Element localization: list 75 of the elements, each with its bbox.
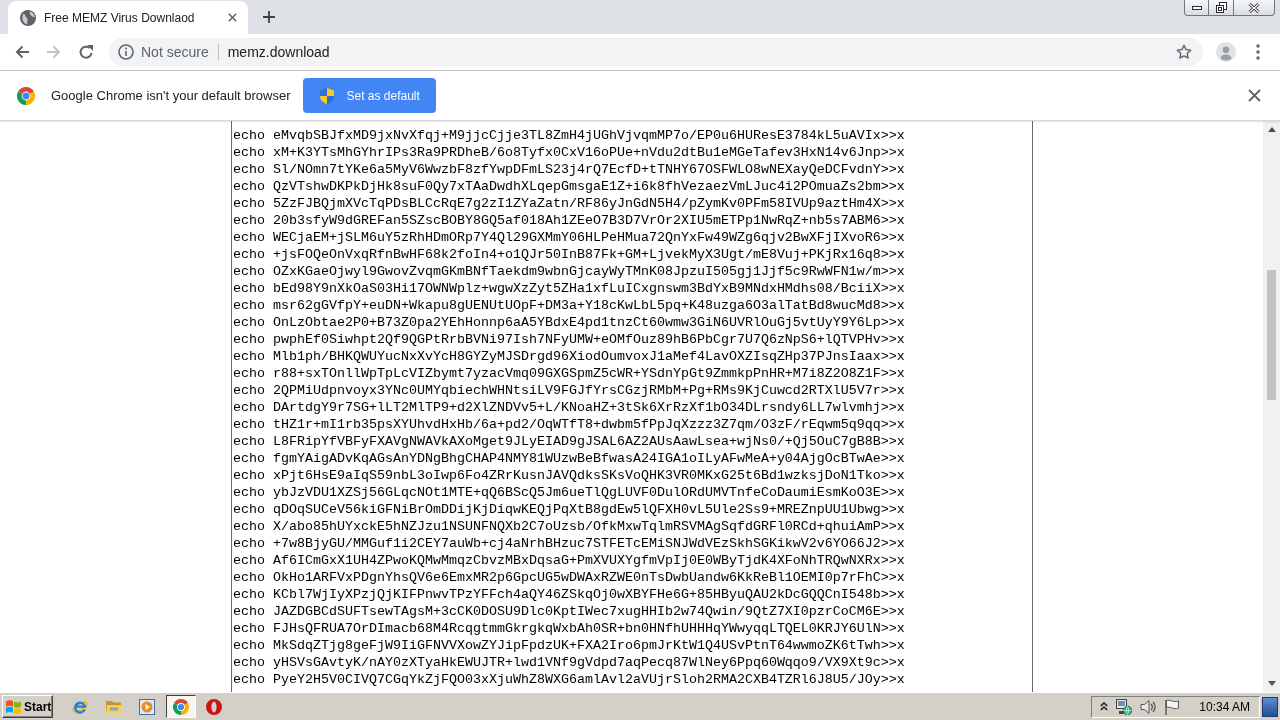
start-logo-icon bbox=[6, 699, 21, 714]
code-line: echo ybJzVDU1XZSj56GLqcNOt1MTE+qQ6BScQ5Jm6ueTlQgLUVF0DulORdUMVTnfeCoDaumiEsmKoO3E>>x bbox=[233, 484, 906, 501]
close-icon bbox=[228, 13, 237, 22]
clock: 10:34 AM bbox=[1199, 699, 1250, 714]
caret-down-icon bbox=[1267, 681, 1276, 686]
code-line: echo qDOqSUCeV56kiGFNiBrOmDDijKjDiqwKEQjPqXtB8gdEw5lQFXH0vL5Ule2Ss9+MREZnpUU1Ubwg>>x bbox=[233, 501, 906, 518]
network-icon[interactable] bbox=[1116, 698, 1133, 715]
plus-icon bbox=[263, 11, 275, 23]
caret-up-icon bbox=[1267, 127, 1276, 132]
code-line: echo WECjaEM+jSLM6uY5zRhHDmORp7Y4Ql29GXMmY06HLPeHMua72QnYxFw49WZg6qjv2BwXFjIXvoR6>>x bbox=[233, 229, 906, 246]
code-line: echo xM+K3YTsMhGYhrIPs3Ra9PRDheB/6o8Tyfx0CxV16oPUe+nVdu2dtBu1eMGeTafev3HxN14v6Jnp>>x bbox=[233, 144, 906, 161]
ring-icon bbox=[206, 698, 222, 715]
menu-icon bbox=[1256, 44, 1260, 60]
globe-icon bbox=[20, 9, 36, 26]
scrollbar-thumb[interactable] bbox=[1267, 270, 1276, 400]
restore-button[interactable] bbox=[1209, 0, 1234, 16]
code-line: echo +7w8BjyGU/MMGuf1i2CEY7auWb+cj4aNrhBHzuc7STFETcEMiSNJWdVEzSkhSGKikwV2v6YO66J2>>x bbox=[233, 535, 906, 552]
code-line: echo JAZDGBCdSUFTsewTAgsM+3cCK0DOSU9Dlc0KptIWec7xugHHIb2w74Qwin/9QtZ7XI0pzrCoCM6E>>x bbox=[233, 603, 906, 620]
code-line: echo QzVTshwDKPkDjHk8suF0Qy7xTAaDwdhXLqepGmsgaE1Z+i6k8fhVezaezVmLJuc4i2POmuaZs2bm>>x bbox=[233, 178, 906, 195]
forward-arrow-icon bbox=[46, 44, 62, 60]
code-line: echo 5ZzFJBQjmXVcTqPDsBLCcRqE7g2zI1ZYaZatn/RF86yJnGdN5H4/pZymKv0PFm58IVUp9aztHm4X>>x bbox=[233, 195, 906, 212]
code-line: echo eMvqbSBJfxMD9jxNvXfqj+M9jjcCjje3TL8ZmH4jUGhVjvqmMP7o/EP0u6HUResE3784kL5uAVIx>>x bbox=[233, 127, 906, 144]
back-arrow-icon bbox=[14, 44, 30, 60]
shield-icon bbox=[319, 87, 336, 104]
address-bar[interactable]: Not secure memz.download bbox=[109, 38, 1203, 66]
url-text: memz.download bbox=[227, 44, 330, 60]
close-tab-button[interactable] bbox=[225, 10, 240, 25]
code-line: echo L8FRipYfVBFyFXAVgNWAVkAXoMget9JLyEIAD9gJSAL6AZ2AUsAawLsea+wjNs0/+Qj5OuC7gB8B>>x bbox=[233, 433, 906, 450]
code-line: echo PyeY2H5V0CIVQ7CGqYkZjFQO03xXjuWhZ8WXG6amlAvl2aVUjrSloh2RMA2CXB4TZRl6J8U5/JOy>>x bbox=[233, 671, 906, 688]
code-line: echo 2QPMiUdpnvoyx3YNc0UMYqbiechWHNtsiLV9FGJfYrsCGzjRMbM+Pg+RMs9KjCuwcd2RTXlU5V7r>>x bbox=[233, 382, 906, 399]
minimize-button[interactable] bbox=[1184, 0, 1209, 16]
folder-icon bbox=[105, 700, 122, 713]
set-default-button[interactable]: Set as default bbox=[303, 78, 436, 113]
code-line: echo r88+sxTOnllWpTpLcVIZbymt7yzacVmq09GXGSpmZ5cWR+YSdnYpGt9ZmmkpPnHR+M7i8Z2O8Z1F>>x bbox=[233, 365, 906, 382]
avatar-icon bbox=[1216, 42, 1236, 62]
code-line: echo OnLzObtae2P0+B73Z0pa2YEhHonnp6aA5YBdxE4pd1tnzCt60wmw3GiN6UVRlOuGj5vtUyY9Y6Lp>>x bbox=[233, 314, 906, 331]
close-window-button[interactable] bbox=[1234, 0, 1275, 16]
security-indicator-button[interactable]: Not secure bbox=[109, 38, 209, 66]
code-line: echo Sl/NOmn7tYKe6a5MyV6WwzbF8zfYwpDFmLS23j4rQ7EcfD+tTNHY67OSFWLO8wNEXayQeDCFvdnY>>x bbox=[233, 161, 906, 178]
browser-logo-icon bbox=[17, 86, 35, 105]
taskbar-button[interactable] bbox=[165, 695, 196, 718]
infobar-message: Google Chrome isn't your default browser bbox=[51, 88, 291, 103]
code-line: echo tHZ1r+mI1rb35psXYUhvdHxHb/6a+pd2/OqWTfT8+dwbm5fPpJqXzzz3Z7qm/O3zF/rEqwm5q9qq>>x bbox=[233, 416, 906, 433]
browser-icon bbox=[72, 698, 88, 715]
code-line: echo msr62gGVfpY+euDN+Wkapu8gUENUtUOpF+DM3a+Y18cKwLbL5pq+K48uzga6O3alTatBd8wucMd8>>x bbox=[233, 297, 906, 314]
code-line: echo FJHsQFRUA7OrDImacb68M4RcqgtmmGkrgkqWxbAh0SR+bn0HNfhUHHHqYWwyqqLTQEL0KRJY6UlN>>x bbox=[233, 620, 906, 637]
code-line: echo Mlb1ph/BHKQWUYucNxXvYcH8GYZyMJSDrgd96XiodOumvoxJ1aMef4LavOXZIsqZHp37PJnsIaax>>x bbox=[233, 348, 906, 365]
code-line: echo +jsFOQeOnVxqRfnBwHF68k2foIn4+o1QJr50InB87Fk+GM+LjvekMyX3Ugt/mE8Vuj+PKjRx16q8>>x bbox=[233, 246, 906, 263]
code-line: echo Af6ICmGxX1UH4ZPwoKQMwMmqzCbvzMBxDqsaG+PmXVUXYgfmVpIj0E0WByTjdK4XFoNhTRQwNXRx>>x bbox=[233, 552, 906, 569]
speaker-icon[interactable] bbox=[1140, 698, 1157, 715]
info-icon bbox=[118, 44, 134, 60]
close-icon bbox=[1248, 2, 1260, 13]
code-line: echo bEd98Y9nXkOaS03Hi17OWNWplz+wgwXzZyt5ZHa1xfLuICxgnswm3BdYxB9MNdxHMdhs08/BciiX>>x bbox=[233, 280, 906, 297]
media-player-icon bbox=[139, 698, 155, 715]
restore-icon bbox=[1215, 2, 1227, 13]
code-line: echo OZxKGaeOjwyl9GwovZvqmGKmBNfTaekdm9wbnGjcayWyTMnK08JpzuI505gj1Jjf5c9RwWFN1w/m>>x bbox=[233, 263, 906, 280]
code-line: echo DArtdgY9r7SG+lLT2MlTP9+d2XlZNDVv5+L/KNoaHZ+3tSk6XrRzXf1bO34DLrsndy6LL7wlvmhj>>x bbox=[233, 399, 906, 416]
code-line: echo MkSdqZTjg8geFjW9IiGFNVVXowZYJipFpdzUK+FXA2Iro6pmJrKtW1Q4USvPtnT64wwmoZK6tTwh>>x bbox=[233, 637, 906, 654]
code-line: echo 20b3sfyW9dGREFan5SZscBOBY8GQ5af018Ah1ZEeO7B3D7VrOr2XIU5mETPp1NwRqZ+nb5s7ABM6>>x bbox=[233, 212, 906, 229]
show-desktop-button[interactable] bbox=[1262, 696, 1278, 717]
start-button[interactable]: Start bbox=[2, 695, 53, 718]
code-line: echo pwphEf0Siwhpt2Qf9QGPtRrbBVNi97Ish7NFyUMW+eOMfOuz89hB6PbCgr7U7Q6zNpS6+lQTVPHv>>x bbox=[233, 331, 906, 348]
code-line: echo xPjt6HsE9aIqS59nbL3oIwp6Fo4ZRrKusnJAVQdksSKsVoQHK3VR0MKxG25t6Bd1wzksjDoN1Tko>>x bbox=[233, 467, 906, 484]
code-line: echo OkHo1ARFVxPDgnYhsQV6e6EmxMR2p6GpcUG5wDWAxRZWE0nTsDwbUandw6KkReBl1OEMI0p7rFhC>>x bbox=[233, 569, 906, 586]
flag-icon[interactable] bbox=[1164, 698, 1180, 715]
close-icon bbox=[1247, 89, 1261, 102]
code-line: echo fgmYAigADvKqAGsAnYDNgBhgCHAP4NMY81WUzwBeBfwasA24IGA1oILyAFwMeA+y04AjgOcBTwAe>>x bbox=[233, 450, 906, 467]
double-chevron-icon[interactable] bbox=[1100, 702, 1109, 711]
code-line: echo X/abo85hUYxckE5hNZJzu1NSUNFNQXb2C7oUzsb/OfkMxwTqlmRSVMAgSqfdGRFl0RCd+qhuiAmP>>x bbox=[233, 518, 906, 535]
reload-icon bbox=[78, 44, 94, 60]
minimize-icon bbox=[1191, 5, 1202, 10]
browser-logo-icon bbox=[172, 698, 189, 715]
code-line: echo yHSVsGAvtyK/nAY0zXTyaHkEWUJTR+lwd1VNf9gVdpd7aqPecq87WlNey6Ppq60Wqqo9/VX9Xt9c>>x bbox=[233, 654, 906, 671]
browser-tab[interactable]: Free MEMZ Virus Downlaod bbox=[8, 1, 248, 34]
code-line: echo KCbl7WjIyXPzjQjKIFPnwvTPzYFFch4aQY46ZSkqOj0wXBYFHe6G+85HByuQAU2kDcGQQCnI548b>>x bbox=[233, 586, 906, 603]
